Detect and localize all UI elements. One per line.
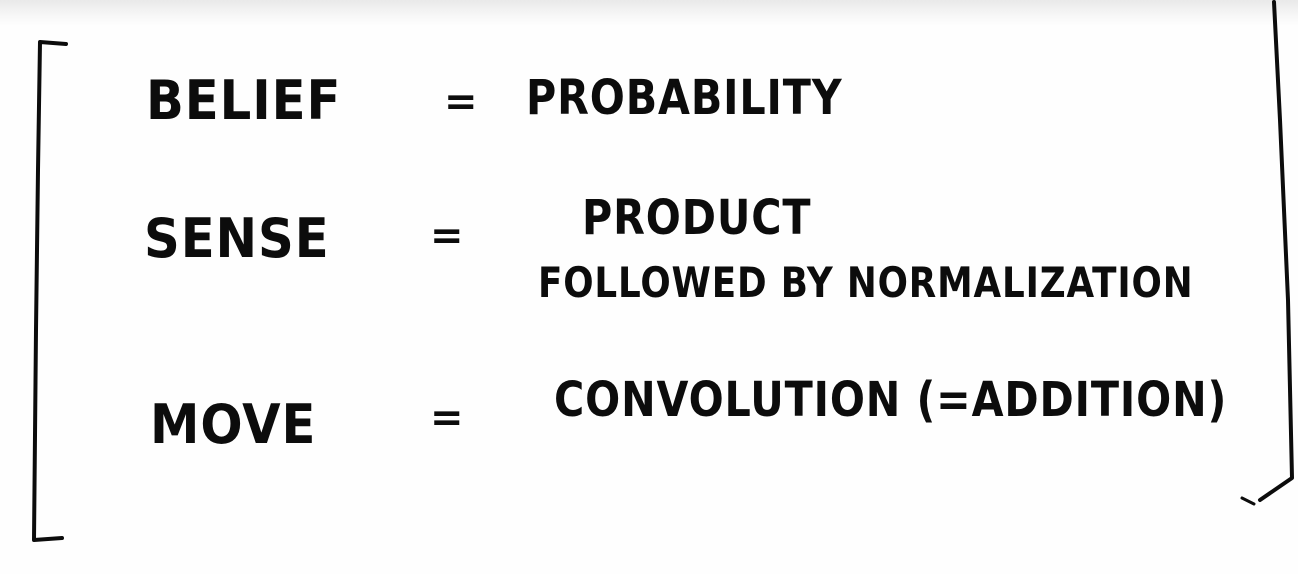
whiteboard: BELIEF = PROBABILITY SENSE = PRODUCT FOL… — [0, 0, 1298, 574]
right-bracket — [1258, 0, 1294, 502]
sense-definition-line2: FOLLOWED BY NORMALIZATION — [538, 258, 1194, 307]
top-edge-shadow — [0, 0, 1298, 26]
move-definition: CONVOLUTION (=ADDITION) — [554, 372, 1228, 428]
right-bracket-tick — [1240, 496, 1256, 506]
sense-equals: = — [430, 213, 465, 259]
move-equals: = — [430, 395, 465, 441]
sense-definition-line1: PRODUCT — [582, 190, 812, 246]
move-term: MOVE — [150, 393, 317, 456]
belief-definition: PROBABILITY — [526, 70, 843, 126]
sense-term: SENSE — [144, 207, 330, 270]
belief-equals: = — [444, 79, 479, 125]
belief-term: BELIEF — [146, 69, 342, 132]
left-bracket — [32, 40, 68, 542]
